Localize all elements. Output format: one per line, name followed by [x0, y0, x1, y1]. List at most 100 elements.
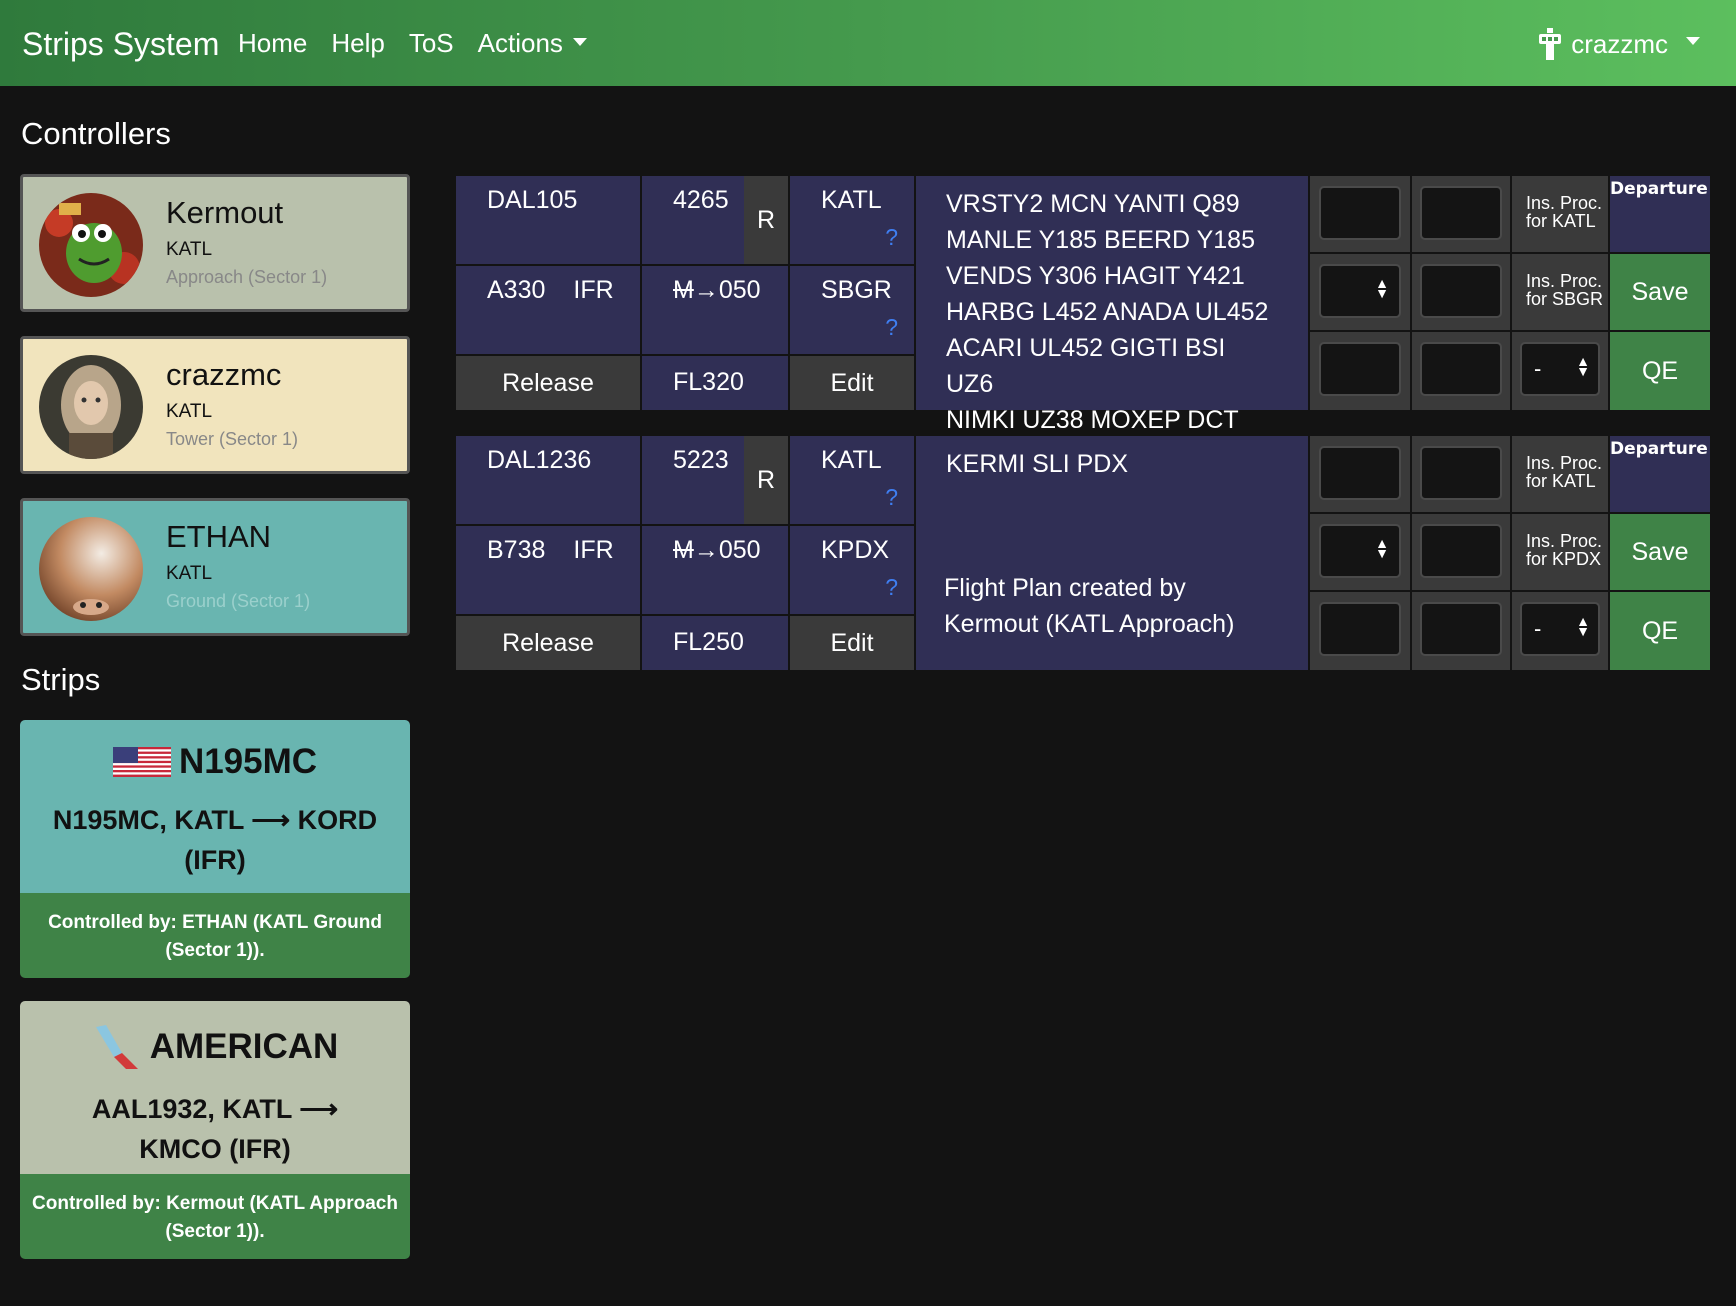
ins-proc-cell: Ins. Proc. for KPDX	[1512, 514, 1608, 590]
controller-airport: KATL	[166, 239, 213, 260]
arrival-airport: SBGR	[821, 276, 892, 304]
departure-info-link[interactable]: ?	[885, 224, 898, 251]
strip-select[interactable]: ▲ ▼	[1319, 524, 1401, 578]
altitude-to: →050	[693, 536, 761, 564]
aircraft-type: A330	[487, 276, 546, 304]
release-label: Release	[502, 628, 594, 657]
select-cell: ▲ ▼	[1310, 254, 1410, 330]
brand-title[interactable]: Strips System	[22, 26, 219, 63]
strip-text-input[interactable]	[1420, 342, 1502, 396]
qe-button[interactable]: QE	[1610, 332, 1710, 410]
ins-proc-arrival: Ins. Proc. for KPDX	[1526, 532, 1603, 569]
strip-card-header: N195MC N195MC, KATL ⟶ KORD (IFR)	[20, 720, 410, 893]
strip-dash-select[interactable]: - ▲ ▼	[1520, 602, 1600, 656]
callsign: DAL105	[487, 186, 578, 214]
cruise-altitude: FL250	[673, 628, 744, 656]
squawk-cell[interactable]: 5223	[642, 436, 744, 524]
strip-text-input[interactable]	[1319, 602, 1401, 656]
strip-card-n195mc[interactable]: N195MC N195MC, KATL ⟶ KORD (IFR) Control…	[20, 720, 410, 978]
input-cell	[1412, 332, 1510, 410]
arrival-info-link[interactable]: ?	[885, 574, 898, 601]
arrival-cell: KPDX?	[790, 526, 914, 614]
release-button[interactable]: Release	[456, 616, 640, 670]
strip-card-title: N195MC	[178, 742, 318, 781]
release-label: Release	[502, 368, 594, 397]
departure-info-link[interactable]: ?	[885, 484, 898, 511]
strip-text-input[interactable]	[1420, 264, 1502, 318]
strip-type-cell: Departure	[1610, 436, 1710, 512]
controller-card-kermout[interactable]: Kermout KATL Approach (Sector 1)	[20, 174, 410, 312]
strip-dash-select[interactable]: - ▲ ▼	[1520, 342, 1600, 396]
ins-proc-arrival: Ins. Proc. for SBGR	[1526, 272, 1604, 309]
select-cell: - ▲ ▼	[1512, 592, 1608, 670]
nav-actions-dropdown[interactable]: Actions	[478, 28, 587, 59]
user-menu-dropdown[interactable]: crazzmc	[1537, 28, 1700, 60]
chevron-down-icon	[1686, 37, 1700, 45]
strip-card-american[interactable]: AMERICAN AAL1932, KATL ⟶ KMCO (IFR) Cont…	[20, 1001, 410, 1259]
callsign-cell[interactable]: DAL1236	[456, 436, 640, 524]
strip-text-input[interactable]	[1420, 446, 1502, 500]
aircraft-cell[interactable]: B738 IFR	[456, 526, 640, 614]
strip-card-route: N195MC, KATL ⟶ KORD (IFR)	[52, 805, 378, 875]
input-cell	[1412, 436, 1510, 512]
nav-help-link[interactable]: Help	[331, 28, 384, 59]
save-label: Save	[1631, 537, 1689, 566]
strip-text-input[interactable]	[1420, 524, 1502, 578]
nav-home-link[interactable]: Home	[238, 28, 307, 59]
aircraft-cell[interactable]: A330 IFR	[456, 266, 640, 354]
qe-label: QE	[1641, 356, 1679, 385]
save-button[interactable]: Save	[1610, 514, 1710, 590]
control-tower-icon	[1539, 28, 1562, 60]
select-value: -	[1534, 356, 1542, 381]
altitude-cell[interactable]: M→050	[642, 526, 788, 614]
altitude-to: →050	[693, 276, 761, 304]
strip-text-input[interactable]	[1420, 602, 1502, 656]
strip-text-input[interactable]	[1319, 342, 1401, 396]
qe-button[interactable]: QE	[1610, 592, 1710, 670]
user-name: crazzmc	[1571, 28, 1668, 59]
route-cell: VRSTY2 MCN YANTI Q89 MANLE Y185 BEERD Y18…	[916, 176, 1308, 434]
controller-card-crazzmc[interactable]: crazzmc KATL Tower (Sector 1)	[20, 336, 410, 474]
select-arrows-icon: ▲ ▼	[1375, 535, 1389, 561]
input-cell	[1310, 332, 1410, 410]
squawk-cell[interactable]: 4265	[642, 176, 744, 264]
controller-card-ethan[interactable]: ETHAN KATL Ground (Sector 1)	[20, 498, 410, 636]
input-cell	[1310, 176, 1410, 252]
rules-flag-cell: R	[744, 436, 788, 524]
controllers-heading: Controllers	[21, 116, 171, 151]
ins-proc-cell: Ins. Proc. for KATL	[1512, 176, 1608, 252]
arrival-info-link[interactable]: ?	[885, 314, 898, 341]
input-cell	[1412, 176, 1510, 252]
strip-text-input[interactable]	[1319, 186, 1401, 240]
save-button[interactable]: Save	[1610, 254, 1710, 330]
cruise-altitude: FL320	[673, 368, 744, 396]
route-line: NIMKI UZ38 MOXEP DCT	[946, 406, 1239, 434]
strip-card-controlled-by: Controlled by: Kermout (KATL Approach (S…	[20, 1174, 410, 1259]
departure-cell: KATL?	[790, 436, 914, 524]
altitude-cell[interactable]: M→050	[642, 266, 788, 354]
edit-button[interactable]: Edit	[790, 356, 914, 410]
edit-button[interactable]: Edit	[790, 616, 914, 670]
callsign-cell[interactable]: DAL105	[456, 176, 640, 264]
strip-card-controlled-by: Controlled by: ETHAN (KATL Ground (Secto…	[20, 893, 410, 978]
cruise-altitude-cell[interactable]: FL250	[642, 616, 788, 670]
ins-proc-cell: Ins. Proc. for SBGR	[1512, 254, 1608, 330]
route-line: HARBG L452 ANADA UL452	[946, 298, 1269, 326]
cruise-altitude-cell[interactable]: FL320	[642, 356, 788, 410]
select-cell: ▲ ▼	[1310, 514, 1410, 590]
controller-position: Ground (Sector 1)	[166, 591, 311, 611]
select-cell: - ▲ ▼	[1512, 332, 1608, 410]
strip-text-input[interactable]	[1420, 186, 1502, 240]
strip-type: Departure	[1610, 179, 1708, 199]
top-navbar: Strips System Home Help ToS Actions craz…	[0, 0, 1736, 86]
route-line: MANLE Y185 BEERD Y185	[946, 226, 1255, 254]
nav-tos-link[interactable]: ToS	[409, 28, 454, 59]
strip-card-title: AMERICAN	[149, 1027, 339, 1066]
release-button[interactable]: Release	[456, 356, 640, 410]
strip-text-input[interactable]	[1319, 446, 1401, 500]
strip-select[interactable]: ▲ ▼	[1319, 264, 1401, 318]
controller-name: ETHAN	[166, 519, 272, 554]
squawk-code: 5223	[673, 446, 729, 474]
input-cell	[1412, 254, 1510, 330]
select-value: -	[1534, 616, 1542, 641]
